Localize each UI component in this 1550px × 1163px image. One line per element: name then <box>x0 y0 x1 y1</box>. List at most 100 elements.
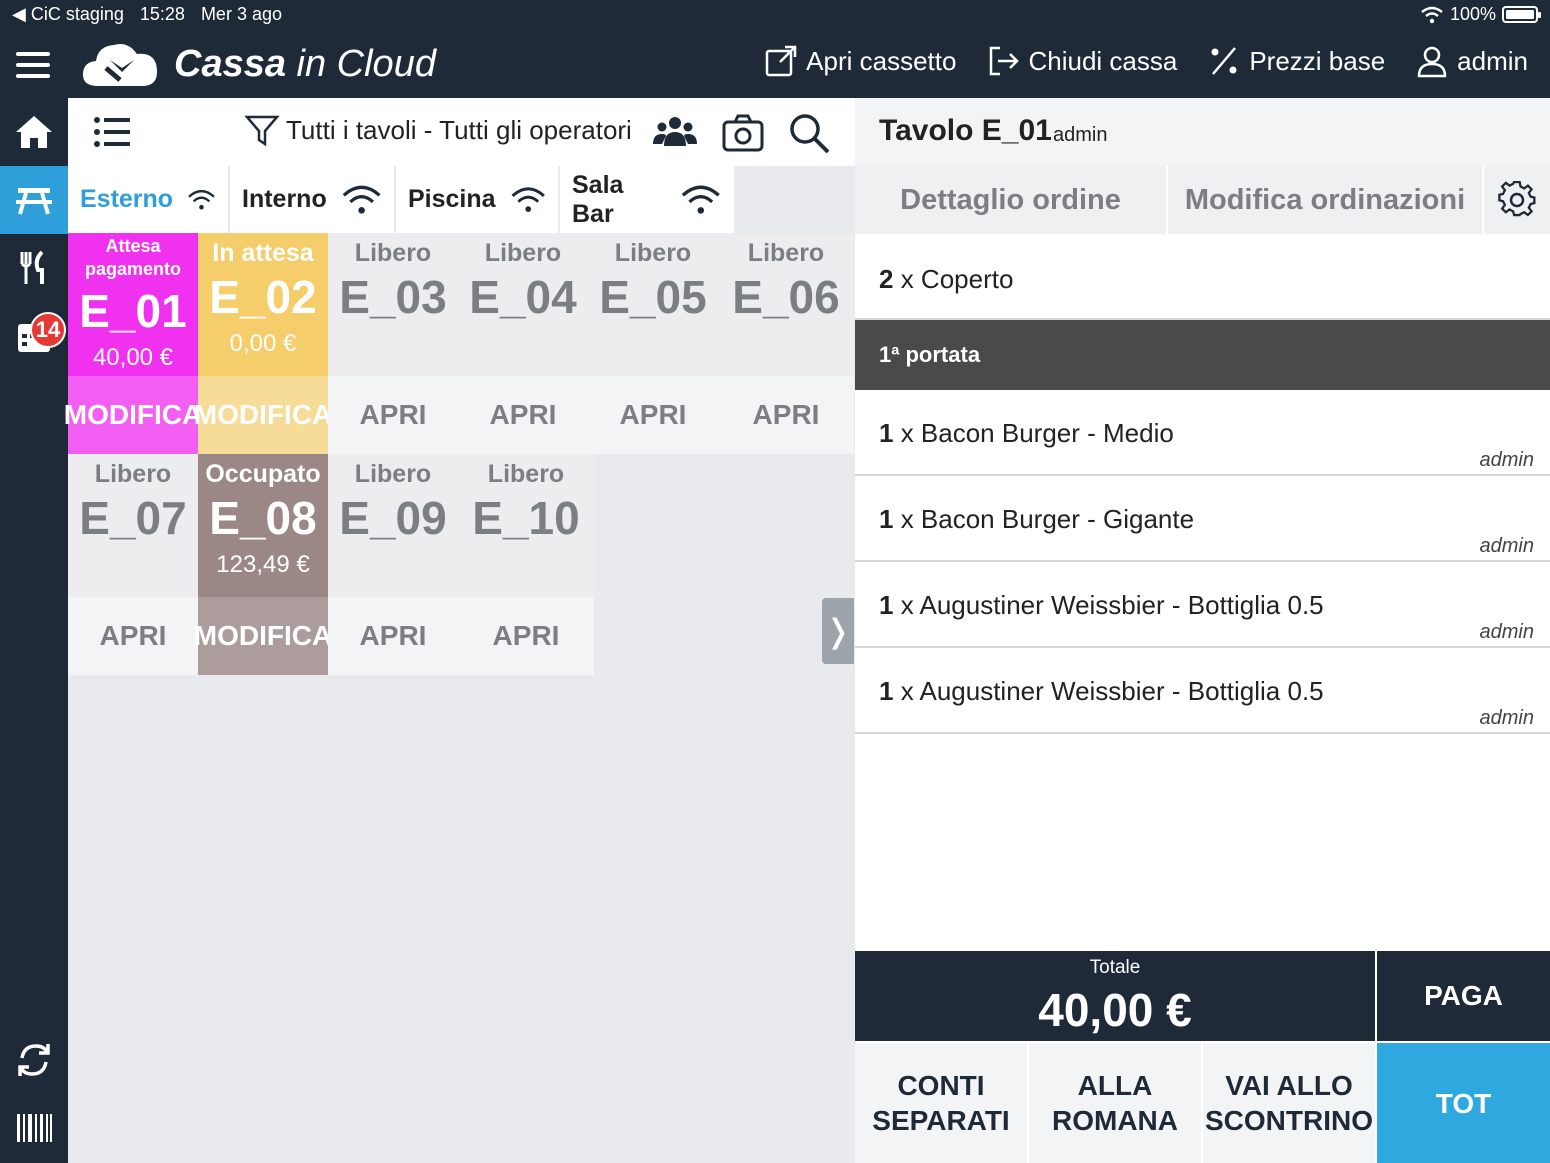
table-name: E_05 <box>599 271 707 323</box>
item-qty: 1 <box>879 418 894 448</box>
table-card-e10[interactable]: Libero E_10 APRI <box>458 454 594 675</box>
button-line-1: ALLA <box>1077 1070 1153 1101</box>
table-amount: 0,00 € <box>229 330 297 357</box>
tab-edit-orders[interactable]: Modifica ordinazioni <box>1168 166 1484 234</box>
tables-panel: Tutti i tavoli - Tutti gli operatori Est… <box>64 98 855 1163</box>
list-view-icon[interactable] <box>92 114 132 150</box>
user-menu-button[interactable]: admin <box>1415 44 1528 78</box>
wifi-icon <box>188 189 215 210</box>
table-action-button[interactable]: MODIFICA <box>64 376 202 454</box>
table-filter-button[interactable]: Tutti i tavoli - Tutti gli operatori <box>244 112 632 148</box>
bookings-count-badge: 14 <box>30 312 66 348</box>
table-status: Occupato <box>205 460 321 488</box>
status-date: Mer 3 ago <box>200 4 282 24</box>
button-label: TOT <box>1435 1087 1492 1119</box>
table-status: In attesa <box>212 239 314 267</box>
cutlery-icon <box>20 250 44 284</box>
sidebar-item-barcode[interactable] <box>0 1094 68 1162</box>
table-card-e08[interactable]: Occupato E_08 123,49 € MODIFICA <box>194 454 332 675</box>
sidebar-item-sync[interactable] <box>0 1026 68 1094</box>
wifi-icon <box>342 185 381 214</box>
order-header: Tavolo E_01 admin <box>855 98 1550 166</box>
item-operator: admin <box>1479 449 1534 471</box>
open-drawer-button[interactable]: Apri cassetto <box>764 44 956 78</box>
table-action-button[interactable]: APRI <box>68 597 198 675</box>
sidebar-item-menu[interactable] <box>0 234 68 302</box>
table-action-button[interactable]: APRI <box>328 597 458 675</box>
search-icon[interactable] <box>786 110 832 156</box>
table-card-e05[interactable]: Libero E_05 APRI <box>588 233 718 454</box>
table-action-button[interactable]: APRI <box>718 376 854 454</box>
item-operator: admin <box>1479 535 1534 557</box>
order-row[interactable]: 1 x Bacon Burger - Gigante admin <box>855 476 1550 562</box>
item-text: x Bacon Burger - Gigante <box>893 504 1195 534</box>
filter-icon <box>244 115 280 147</box>
order-row[interactable]: 1 x Augustiner Weissbier - Bottiglia 0.5… <box>855 562 1550 648</box>
order-operator: admin <box>1053 124 1108 146</box>
back-app-link[interactable]: ◀ CiC staging <box>12 4 124 25</box>
room-tabs: Esterno Interno Piscina Sala Bar <box>68 166 855 233</box>
table-action-button[interactable]: APRI <box>458 376 588 454</box>
sidebar-item-bookings[interactable]: 14 <box>0 302 68 370</box>
tables-toolbar: Tutti i tavoli - Tutti gli operatori <box>68 98 855 166</box>
status-bar: ◀ CiC staging 15:28 Mer 3 ago 100% <box>0 0 1550 30</box>
logout-icon <box>990 46 1020 76</box>
room-tab-label: Sala Bar <box>572 170 624 228</box>
button-line-2: SEPARATI <box>872 1105 1010 1136</box>
table-action-button[interactable]: APRI <box>458 597 594 675</box>
room-tab-label: Esterno <box>80 185 174 213</box>
room-tab-label: Piscina <box>408 185 496 213</box>
collapse-panel-handle[interactable]: ❭ <box>822 598 854 664</box>
table-action-button[interactable]: MODIFICA <box>194 597 332 675</box>
total-value: 40,00 € <box>1038 984 1192 1036</box>
order-settings-button[interactable] <box>1484 166 1550 234</box>
split-bills-button[interactable]: CONTI SEPARATI <box>855 1043 1027 1163</box>
gear-icon <box>1498 181 1536 217</box>
table-status: Libero <box>94 460 172 488</box>
table-card-e06[interactable]: Libero E_06 APRI <box>718 233 854 454</box>
camera-icon[interactable] <box>720 110 766 156</box>
tab-label: Dettaglio ordine <box>900 183 1121 216</box>
order-row[interactable]: 1 x Bacon Burger - Medio admin <box>855 390 1550 476</box>
tab-room-esterno[interactable]: Esterno <box>68 166 230 233</box>
barcode-icon <box>17 1114 52 1142</box>
table-card-e02[interactable]: In attesa E_02 0,00 € MODIFICA <box>194 233 332 454</box>
table-card-e03[interactable]: Libero E_03 APRI <box>328 233 458 454</box>
table-action-button[interactable]: MODIFICA <box>194 376 332 454</box>
app-header: Cassa in Cloud Apri cassetto Chiudi cass… <box>0 30 1550 98</box>
operators-icon[interactable] <box>652 110 698 156</box>
table-name: E_07 <box>79 492 187 544</box>
table-card-e09[interactable]: Libero E_09 APRI <box>328 454 458 675</box>
total-button[interactable]: TOT <box>1377 1043 1550 1163</box>
table-action-button[interactable]: APRI <box>328 376 458 454</box>
close-register-button[interactable]: Chiudi cassa <box>986 44 1177 78</box>
table-name: E_10 <box>472 492 580 544</box>
logo-text-rest: in Cloud <box>285 42 436 85</box>
cloud-logo-icon <box>82 44 158 86</box>
tab-room-sala-bar[interactable]: Sala Bar <box>560 166 736 233</box>
button-line-2: ROMANA <box>1052 1105 1178 1136</box>
course-header: 1ª portata <box>855 320 1550 390</box>
item-text: x Bacon Burger - Medio <box>893 418 1174 448</box>
order-row-cover[interactable]: 2 x Coperto <box>855 234 1550 320</box>
item-qty: 1 <box>879 590 894 620</box>
tab-room-interno[interactable]: Interno <box>230 166 396 233</box>
table-card-e01[interactable]: Attesa pagamento E_01 40,00 € MODIFICA <box>64 233 202 454</box>
table-action-button[interactable]: APRI <box>588 376 718 454</box>
close-register-label: Chiudi cassa <box>1028 45 1178 76</box>
menu-icon[interactable] <box>16 52 50 78</box>
order-items-list: 2 x Coperto 1ª portata 1 x Bacon Burger … <box>855 234 1550 734</box>
pay-button[interactable]: PAGA <box>1377 951 1550 1041</box>
go-to-receipt-button[interactable]: VAI ALLO SCONTRINO <box>1203 1043 1375 1163</box>
item-qty: 2 <box>879 264 894 294</box>
user-icon <box>1417 46 1447 78</box>
sidebar-item-home[interactable] <box>0 98 68 166</box>
tab-room-piscina[interactable]: Piscina <box>396 166 560 233</box>
split-equally-button[interactable]: ALLA ROMANA <box>1029 1043 1201 1163</box>
tab-order-detail[interactable]: Dettaglio ordine <box>855 166 1168 234</box>
order-row[interactable]: 1 x Augustiner Weissbier - Bottiglia 0.5… <box>855 648 1550 734</box>
table-card-e07[interactable]: Libero E_07 APRI <box>68 454 198 675</box>
sidebar-item-tables[interactable] <box>0 166 68 234</box>
base-prices-button[interactable]: Prezzi base <box>1207 44 1385 78</box>
table-card-e04[interactable]: Libero E_04 APRI <box>458 233 588 454</box>
